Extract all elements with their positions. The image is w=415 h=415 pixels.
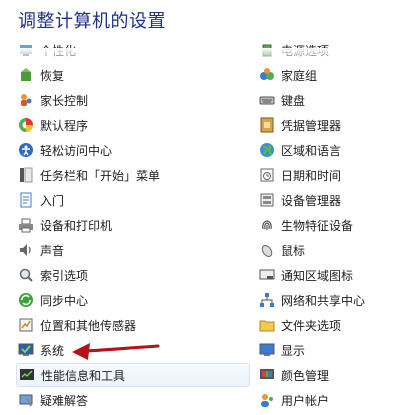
annotation-arrow (72, 343, 160, 360)
